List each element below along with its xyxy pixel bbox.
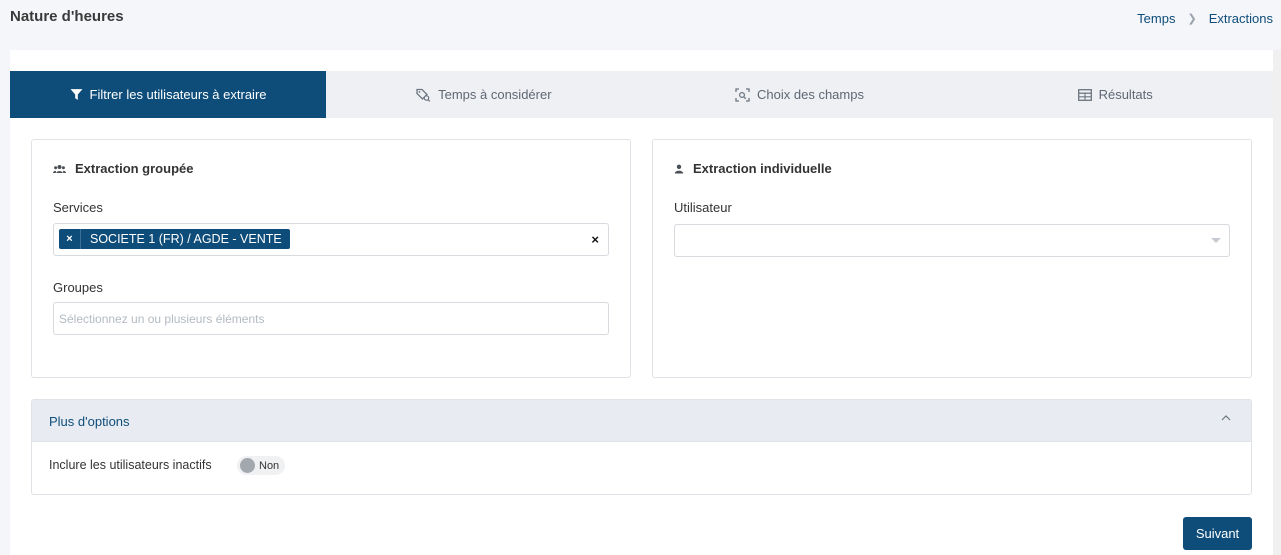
toggle-state-label: Non [259,459,280,472]
more-options-section: Plus d'options Inclure les utilisateurs … [31,399,1252,495]
panel-title-text: Extraction groupée [75,161,194,176]
more-options-title: Plus d'options [49,414,130,429]
page-scrollbar[interactable] [1273,50,1281,555]
users-icon [53,164,66,173]
tab-time-to-consider[interactable]: Temps à considérer [326,71,642,118]
user-label: Utilisateur [674,200,732,215]
selected-service-tag: × SOCIETE 1 (FR) / AGDE - VENTE [59,229,290,249]
include-inactive-label: Inclure les utilisateurs inactifs [49,458,212,472]
user-icon [674,164,684,173]
filter-icon [70,89,82,100]
tag-search-icon [416,88,431,102]
more-options-header[interactable]: Plus d'options [32,400,1251,442]
extraction-card: Filtrer les utilisateurs à extraire Temp… [10,50,1273,555]
next-button[interactable]: Suivant [1183,517,1252,550]
groups-placeholder: Sélectionnez un ou plusieurs éléments [59,312,265,326]
group-extraction-panel: Extraction groupée Services × SOCIETE 1 … [31,139,631,378]
toggle-knob [240,458,255,473]
tab-label: Temps à considérer [438,87,552,102]
tab-label: Filtrer les utilisateurs à extraire [89,87,267,102]
table-icon [1077,88,1092,101]
tab-label: Résultats [1098,87,1153,102]
chevron-right-icon: ❯ [1187,13,1197,25]
tag-remove-icon[interactable]: × [59,229,81,249]
individual-extraction-title: Extraction individuelle [674,161,832,176]
group-extraction-title: Extraction groupée [53,161,193,176]
breadcrumb-item-temps[interactable]: Temps [1137,11,1175,26]
breadcrumb-item-extractions[interactable]: Extractions [1209,11,1273,26]
services-multiselect[interactable]: × SOCIETE 1 (FR) / AGDE - VENTE × [53,223,609,256]
breadcrumb: Temps ❯ Extractions [1137,11,1273,26]
page-title: Nature d'heures [10,8,124,25]
chevron-up-icon [1221,415,1231,421]
groups-multiselect[interactable]: Sélectionnez un ou plusieurs éléments [53,302,609,335]
services-label: Services [53,200,103,215]
tab-field-choice[interactable]: Choix des champs [642,71,958,118]
user-select[interactable] [674,224,1230,257]
groups-label: Groupes [53,280,103,295]
tab-filter-users[interactable]: Filtrer les utilisateurs à extraire [10,71,326,118]
tab-results[interactable]: Résultats [957,71,1273,118]
panel-title-text: Extraction individuelle [693,161,832,176]
wizard-tabs: Filtrer les utilisateurs à extraire Temp… [10,71,1273,118]
individual-extraction-panel: Extraction individuelle Utilisateur [652,139,1252,378]
field-search-icon [735,87,750,102]
include-inactive-toggle[interactable]: Non [237,456,285,475]
tab-label: Choix des champs [757,87,864,102]
caret-down-icon [1211,238,1221,243]
clear-selection-icon[interactable]: × [591,232,599,247]
tag-label: SOCIETE 1 (FR) / AGDE - VENTE [90,232,282,246]
